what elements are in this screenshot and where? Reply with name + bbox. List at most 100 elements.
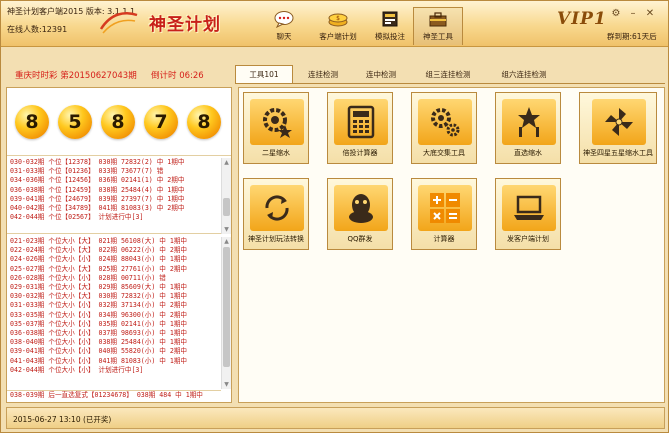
log-row: 024-026期 个位大小【小】 024期 88043(小) 中 1期中 bbox=[10, 255, 188, 264]
tab-divider bbox=[235, 83, 665, 84]
draw-ball: 8 bbox=[15, 104, 49, 139]
tool-calculator[interactable]: 计算器 bbox=[411, 178, 477, 250]
app-window: 神圣计划客户端2015 版本: 3.1.1.1 在线人数:12391 神圣计划 … bbox=[0, 0, 669, 433]
tool-two-star-reduce[interactable]: 二星缩水 bbox=[243, 92, 309, 164]
tools-grid: 二星缩水 倍投计算器 大底交集工具 直选缩水 神圣四星五星缩水工具 神圣计划玩法… bbox=[238, 87, 665, 403]
status-text: 2015-06-27 13:10 (已开奖) bbox=[13, 415, 112, 424]
tool-tabs: 工具101 连挂检测 连中检测 组三连挂检测 组六连挂检测 bbox=[235, 65, 563, 83]
scroll-up-icon[interactable]: ▲ bbox=[222, 237, 231, 246]
online-count: 在线人数:12391 bbox=[7, 24, 67, 35]
tool-label: 计算器 bbox=[433, 235, 455, 243]
log-row: 040-042期 个位【34789】 041期 81083(3) 中 2期中 bbox=[10, 204, 185, 213]
qq-penguin-icon bbox=[334, 185, 388, 231]
plan-log-big-small[interactable]: 021-023期 个位大小【大】 021期 56108(大) 中 1期中 022… bbox=[7, 237, 221, 389]
tool-play-convert[interactable]: 神圣计划玩法转换 bbox=[243, 178, 309, 250]
log-row: 041-043期 个位大小【小】 041期 81083(小) 中 1期中 bbox=[10, 356, 188, 365]
tab-consecutive-miss[interactable]: 连挂检测 bbox=[295, 65, 351, 83]
info-bar: 重庆时时彩 第20150627043期 倒计时 06:26 工具101 连挂检测… bbox=[1, 48, 668, 85]
results-panel: 8 5 8 7 8 030-032期 个位【12378】 030期 72832(… bbox=[6, 87, 232, 403]
header: 神圣计划客户端2015 版本: 3.1.1.1 在线人数:12391 神圣计划 … bbox=[1, 1, 668, 47]
tool-label: 大底交集工具 bbox=[423, 149, 465, 157]
tab-group3-miss[interactable]: 组三连挂检测 bbox=[411, 65, 485, 83]
status-bar: 2015-06-27 13:10 (已开奖) bbox=[6, 407, 665, 429]
log-row: 035-037期 个位大小【小】 035期 02141(小) 中 1期中 bbox=[10, 319, 188, 328]
draw-ball: 7 bbox=[144, 104, 178, 139]
draw-balls: 8 5 8 7 8 bbox=[7, 88, 231, 156]
expiry-text: 群到期:61天后 bbox=[607, 32, 657, 41]
log-row: 042-044期 个位大小【小】 计划进行中[3] bbox=[10, 365, 144, 374]
log-row: 025-027期 个位大小【大】 025期 27761(小) 中 2期中 bbox=[10, 264, 188, 273]
nav-simulate-bet-label: 模拟投注 bbox=[375, 32, 405, 41]
tool-qq-broadcast[interactable]: QQ群发 bbox=[327, 178, 393, 250]
tool-publish-plan[interactable]: 发客户端计划 bbox=[495, 178, 561, 250]
tab-tools-101[interactable]: 工具101 bbox=[235, 65, 293, 83]
draw-ball: 5 bbox=[58, 104, 92, 139]
tool-label: QQ群发 bbox=[347, 235, 373, 243]
plan-log-direct[interactable]: 038-039期 后一直选复式【01234678】 038期 484 中 1期中 bbox=[7, 390, 221, 402]
log-row: 036-038期 个位【12459】 038期 25484(4) 中 1期中 bbox=[10, 185, 185, 194]
log-row: 030-032期 个位【12378】 030期 72832(2) 中 1期中 bbox=[10, 158, 185, 166]
log-row: 034-036期 个位【12456】 036期 02141(1) 中 2期中 bbox=[10, 176, 185, 185]
star-fork-icon bbox=[502, 99, 556, 145]
tool-direct-reduce[interactable]: 直选缩水 bbox=[495, 92, 561, 164]
math-ops-icon bbox=[418, 185, 472, 231]
online-label: 在线人数: bbox=[7, 25, 42, 34]
plan-log-units[interactable]: 030-032期 个位【12378】 030期 72832(2) 中 1期中 0… bbox=[7, 158, 221, 234]
countdown-timer: 倒计时 06:26 bbox=[151, 71, 204, 81]
log-scrollbar[interactable]: ▲ ▼ bbox=[221, 237, 231, 389]
log-row: 039-041期 个位大小【小】 040期 55820(小) 中 2期中 bbox=[10, 347, 188, 356]
log-row: 026-028期 个位大小【小】 028期 00711(小) 错 bbox=[10, 273, 166, 282]
settings-gear-icon[interactable]: ⚙ bbox=[610, 8, 622, 19]
gears-icon bbox=[418, 99, 472, 145]
log-row: 039-041期 个位【24679】 039期 27397(7) 中 1期中 bbox=[10, 194, 185, 203]
calculator-icon bbox=[334, 99, 388, 145]
close-icon[interactable]: ✕ bbox=[644, 8, 656, 19]
toolbox-icon bbox=[427, 10, 449, 28]
svg-text:$: $ bbox=[336, 15, 340, 22]
log-row: 029-031期 个位大小【大】 029期 85609(大) 中 1期中 bbox=[10, 283, 188, 292]
scroll-down-icon[interactable]: ▼ bbox=[222, 380, 231, 389]
nav-client-plan-label: 客户端计划 bbox=[319, 32, 357, 41]
log-row: 042-044期 个位【02567】 计划进行中[3] bbox=[10, 213, 144, 222]
coin-plan-icon: $ bbox=[327, 10, 349, 28]
tool-four-five-star-reduce[interactable]: 神圣四星五星缩水工具 bbox=[579, 92, 657, 164]
log-row: 021-023期 个位大小【大】 021期 56108(大) 中 1期中 bbox=[10, 237, 188, 245]
nav-client-plan[interactable]: $ 客户端计划 bbox=[311, 7, 365, 45]
tool-multiplier-calculator[interactable]: 倍投计算器 bbox=[327, 92, 393, 164]
nav-chat-label: 聊天 bbox=[276, 32, 292, 41]
betting-slip-icon bbox=[379, 10, 401, 28]
tool-intersection[interactable]: 大底交集工具 bbox=[411, 92, 477, 164]
scroll-thumb[interactable] bbox=[223, 198, 230, 216]
chat-bubble-icon bbox=[273, 10, 295, 28]
minimize-icon[interactable]: – bbox=[627, 8, 639, 19]
cycle-arrows-icon bbox=[250, 185, 304, 231]
laptop-icon bbox=[502, 185, 556, 231]
tab-consecutive-hit[interactable]: 连中检测 bbox=[353, 65, 409, 83]
current-issue: 重庆时时彩 第20150627043期 bbox=[15, 71, 137, 81]
log-row: 036-038期 个位大小【小】 037期 98693(小) 中 1期中 bbox=[10, 329, 188, 338]
nav-sacred-tools-label: 神圣工具 bbox=[423, 32, 453, 41]
pinwheel-icon bbox=[592, 99, 646, 145]
tool-label: 二星缩水 bbox=[262, 149, 290, 157]
nav-simulate-bet[interactable]: 模拟投注 bbox=[365, 7, 415, 45]
log-scrollbar[interactable]: ▲ ▼ bbox=[221, 158, 231, 234]
scroll-up-icon[interactable]: ▲ bbox=[222, 158, 231, 167]
tool-label: 直选缩水 bbox=[514, 149, 542, 157]
tool-label: 神圣四星五星缩水工具 bbox=[583, 149, 653, 157]
tab-group6-miss[interactable]: 组六连挂检测 bbox=[487, 65, 561, 83]
nav-sacred-tools[interactable]: 神圣工具 bbox=[413, 7, 463, 45]
scroll-thumb[interactable] bbox=[223, 247, 230, 367]
log-row: 038-039期 后一直选复式【01234678】 038期 484 中 1期中 bbox=[10, 391, 203, 399]
nav-chat[interactable]: 聊天 bbox=[259, 7, 309, 45]
gear-star-icon bbox=[250, 99, 304, 145]
draw-ball: 8 bbox=[187, 104, 221, 139]
online-value: 12391 bbox=[41, 25, 68, 34]
vip-badge: VIP1 bbox=[557, 9, 607, 29]
log-row: 031-033期 个位大小【小】 032期 37134(小) 中 2期中 bbox=[10, 301, 188, 310]
log-row: 033-035期 个位大小【小】 034期 96300(小) 中 2期中 bbox=[10, 310, 188, 319]
scroll-down-icon[interactable]: ▼ bbox=[222, 225, 231, 234]
tool-label: 倍投计算器 bbox=[342, 149, 378, 157]
brand-logo: 神圣计划 bbox=[149, 14, 221, 35]
draw-ball: 8 bbox=[101, 104, 135, 139]
tool-label: 发客户端计划 bbox=[507, 235, 549, 243]
